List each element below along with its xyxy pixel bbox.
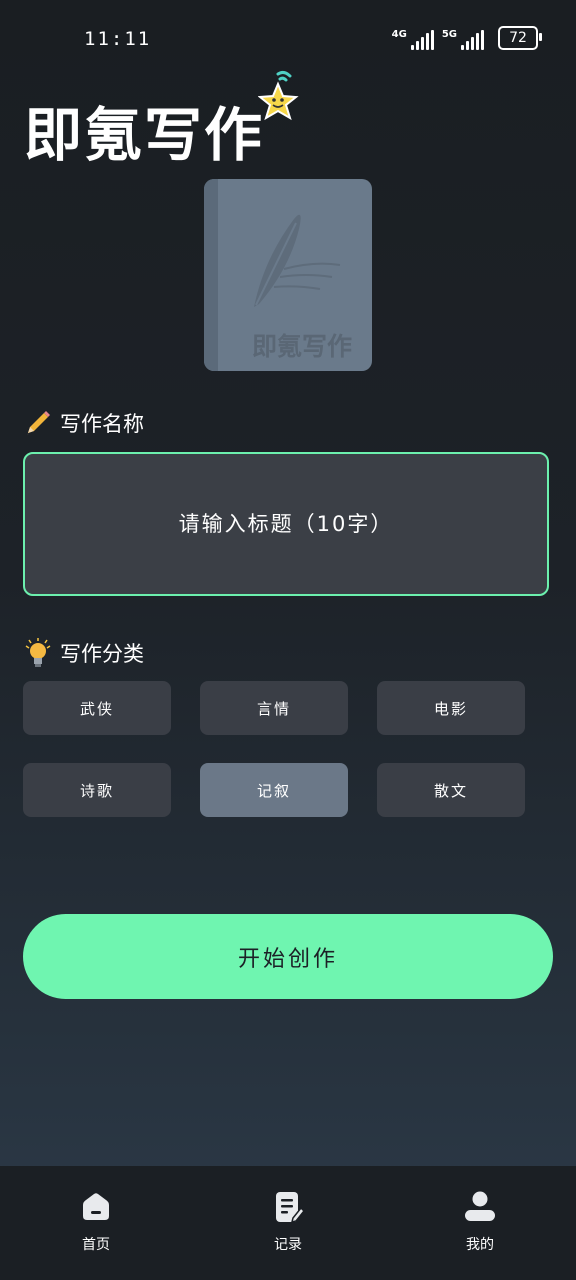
nav-label-record: 记录: [274, 1237, 302, 1253]
star-logo-icon: [258, 70, 299, 121]
cover-watermark-text: 即氪写作: [252, 332, 353, 361]
nav-item-record[interactable]: 记录: [192, 1166, 384, 1280]
battery-icon: 72: [498, 26, 542, 50]
category-narrative-button[interactable]: 记叙: [200, 763, 348, 817]
start-writing-button[interactable]: 开始创作: [23, 914, 553, 999]
home-icon: [83, 1193, 109, 1220]
nav-label-home: 首页: [82, 1237, 110, 1253]
record-icon: [276, 1192, 305, 1224]
category-grid: 武侠 言情 电影 诗歌 记叙 散文: [23, 681, 528, 817]
category-section-title: 写作分类: [24, 638, 144, 668]
nav-item-profile[interactable]: 我的: [384, 1166, 576, 1280]
cover-spine: [204, 179, 218, 371]
signal-5g-icon: 5G: [442, 30, 484, 50]
status-bar: 11:11 4G 5G 72: [0, 0, 576, 78]
feather-quill-icon: [254, 214, 341, 307]
signal-4g-icon: 4G: [392, 30, 434, 50]
pencil-icon: [27, 411, 50, 435]
user-icon: [465, 1191, 495, 1221]
category-section-label: 写作分类: [60, 642, 144, 666]
status-indicators: 4G 5G 72: [392, 26, 542, 50]
lightbulb-icon: [25, 638, 51, 667]
title-input[interactable]: [25, 511, 547, 537]
name-section-label: 写作名称: [60, 412, 144, 436]
nav-label-profile: 我的: [466, 1237, 494, 1253]
cover-image[interactable]: 即氪写作: [204, 179, 372, 371]
category-poetry-button[interactable]: 诗歌: [23, 763, 171, 817]
status-time: 11:11: [84, 28, 152, 50]
category-romance-button[interactable]: 言情: [200, 681, 348, 735]
category-movie-button[interactable]: 电影: [377, 681, 525, 735]
bottom-nav: 首页 记录 我的: [0, 1166, 576, 1280]
category-prose-button[interactable]: 散文: [377, 763, 525, 817]
title-input-box[interactable]: [23, 452, 549, 596]
nav-item-home[interactable]: 首页: [0, 1166, 192, 1280]
category-wuxia-button[interactable]: 武侠: [23, 681, 171, 735]
name-section-title: 写作名称: [24, 408, 144, 438]
app-title: 即氪写作: [24, 101, 265, 169]
